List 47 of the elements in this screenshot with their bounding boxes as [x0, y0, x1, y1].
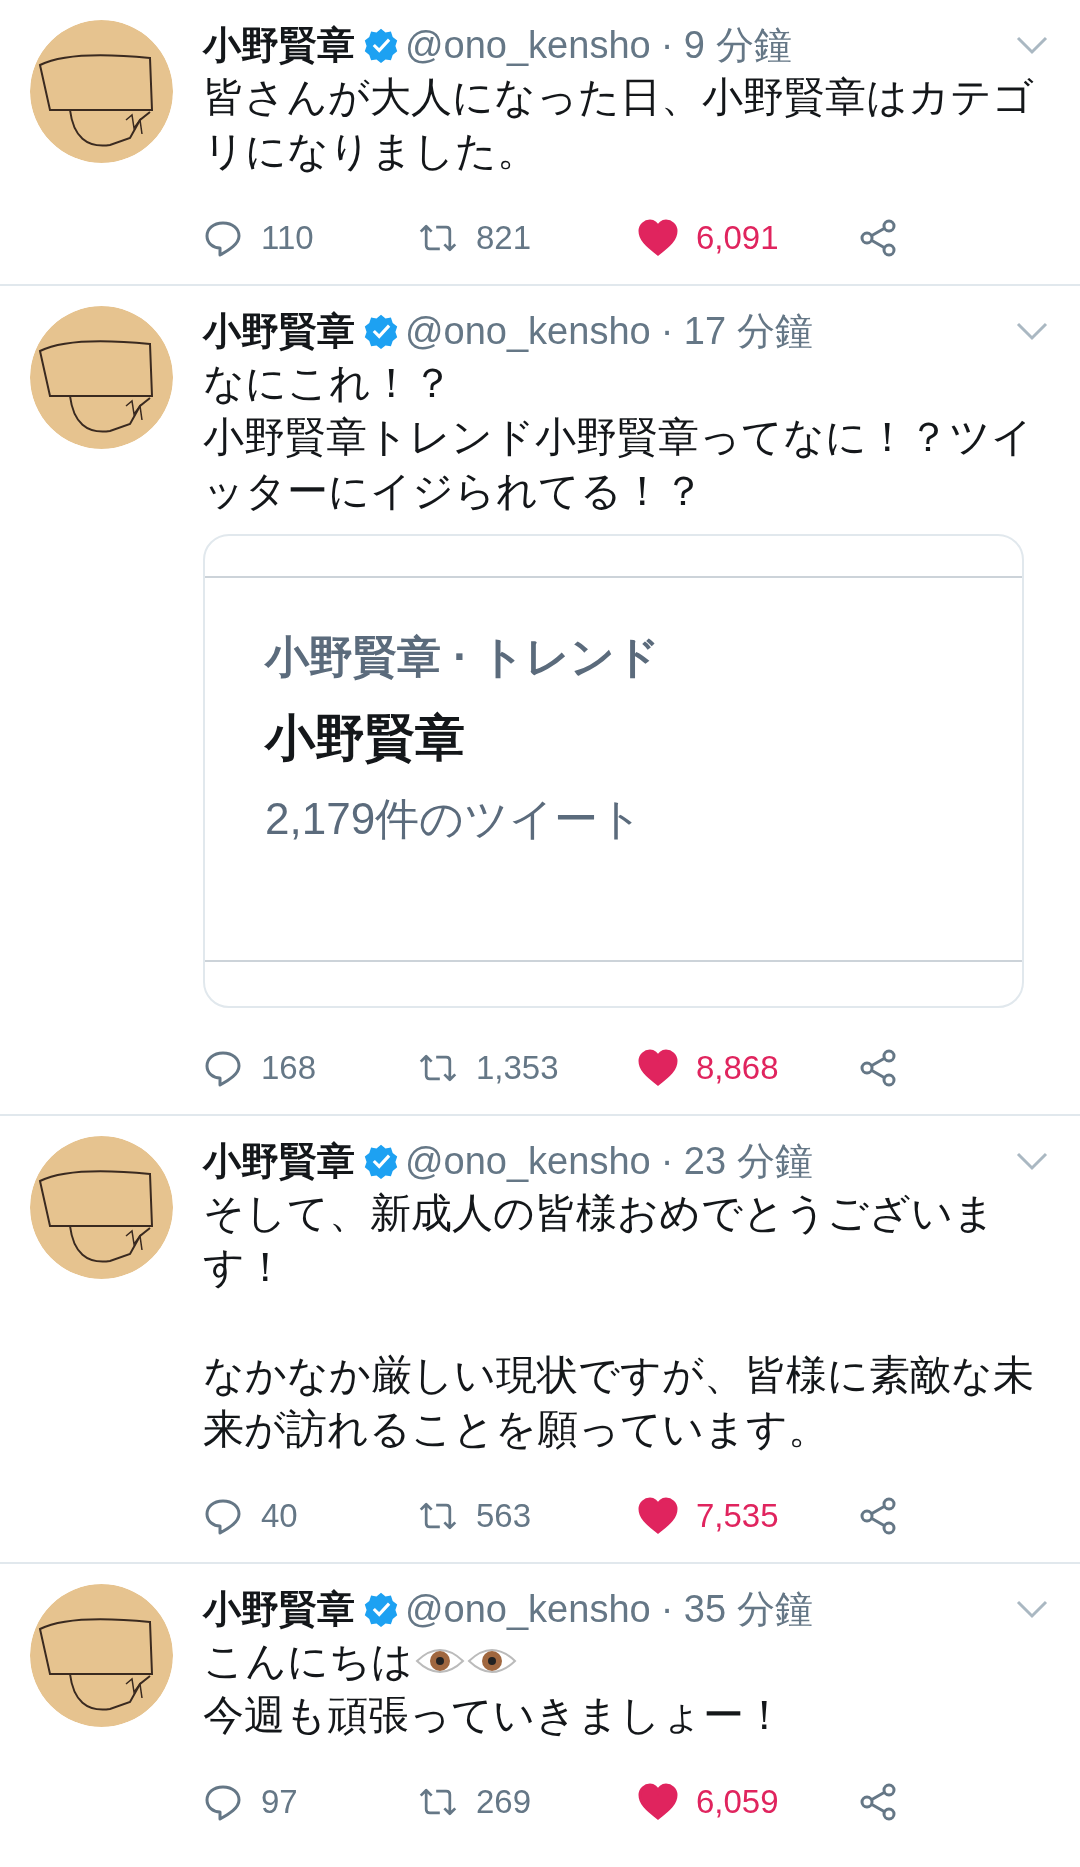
like-button[interactable]: 8,868: [638, 1048, 858, 1088]
trend-card[interactable]: 小野賢章 · トレンド 小野賢章 2,179件のツイート: [203, 534, 1024, 1008]
reply-button[interactable]: 97: [203, 1782, 418, 1822]
tweet-time: · 35 分鐘: [660, 1586, 813, 1632]
tweet-text: なかなか厳しい現状ですが、皆様に素敵な未来が訪れることを願っています。: [203, 1351, 1035, 1454]
share-icon: [858, 1048, 898, 1088]
like-button[interactable]: 6,059: [638, 1782, 858, 1822]
reply-button[interactable]: 110: [203, 218, 418, 258]
like-button[interactable]: 6,091: [638, 218, 858, 258]
verified-badge-icon: [363, 1143, 399, 1179]
tweet-count: 2,179件のツイート: [265, 793, 645, 845]
share-icon: [858, 218, 898, 258]
heart-icon: [638, 218, 678, 258]
author-handle[interactable]: @ono_kensho: [405, 1139, 651, 1183]
retweet-button[interactable]: 269: [418, 1782, 638, 1822]
tweet-text: なにこれ！？: [203, 359, 454, 408]
share-icon: [858, 1496, 898, 1536]
trend-label: 小野賢章 · トレンド: [265, 631, 662, 683]
verified-badge-icon: [363, 27, 399, 63]
retweet-button[interactable]: 1,353: [418, 1048, 638, 1088]
tweet-text: 小野賢章トレンド小野賢章ってなに！？ツイッターにイジられてる！？: [203, 413, 1034, 516]
tweet-text: こんにちは: [203, 1634, 1053, 1688]
share-icon: [858, 1782, 898, 1822]
verified-badge-icon: [363, 1591, 399, 1627]
author-name[interactable]: 小野賢章: [203, 1135, 355, 1187]
reply-button[interactable]: 40: [203, 1496, 418, 1536]
tweet-time: · 9 分鐘: [660, 22, 792, 68]
author-name[interactable]: 小野賢章: [203, 305, 355, 357]
tweet-time: · 23 分鐘: [660, 1138, 813, 1184]
trend-name: 小野賢章: [265, 709, 466, 768]
tweet-text: 皆さんが大人になった日、小野賢章はカテゴリになりました。: [203, 73, 1035, 176]
retweet-button[interactable]: 821: [418, 218, 638, 258]
author-handle[interactable]: @ono_kensho: [405, 309, 651, 353]
verified-badge-icon: [363, 313, 399, 349]
heart-icon: [638, 1048, 678, 1088]
reply-button[interactable]: 168: [203, 1048, 418, 1088]
tweet-text: 今週も頑張っていきましょー！: [203, 1691, 786, 1740]
tweet-text: そして、新成人の皆様おめでとうございます！: [203, 1189, 996, 1292]
like-button[interactable]: 7,535: [638, 1496, 858, 1536]
author-handle[interactable]: @ono_kensho: [405, 23, 651, 67]
author-handle[interactable]: @ono_kensho: [405, 1587, 651, 1631]
heart-icon: [638, 1496, 678, 1536]
tweet-time: · 17 分鐘: [660, 308, 813, 354]
heart-icon: [638, 1782, 678, 1822]
author-name[interactable]: 小野賢章: [203, 19, 355, 71]
retweet-button[interactable]: 563: [418, 1496, 638, 1536]
author-name[interactable]: 小野賢章: [203, 1583, 355, 1635]
